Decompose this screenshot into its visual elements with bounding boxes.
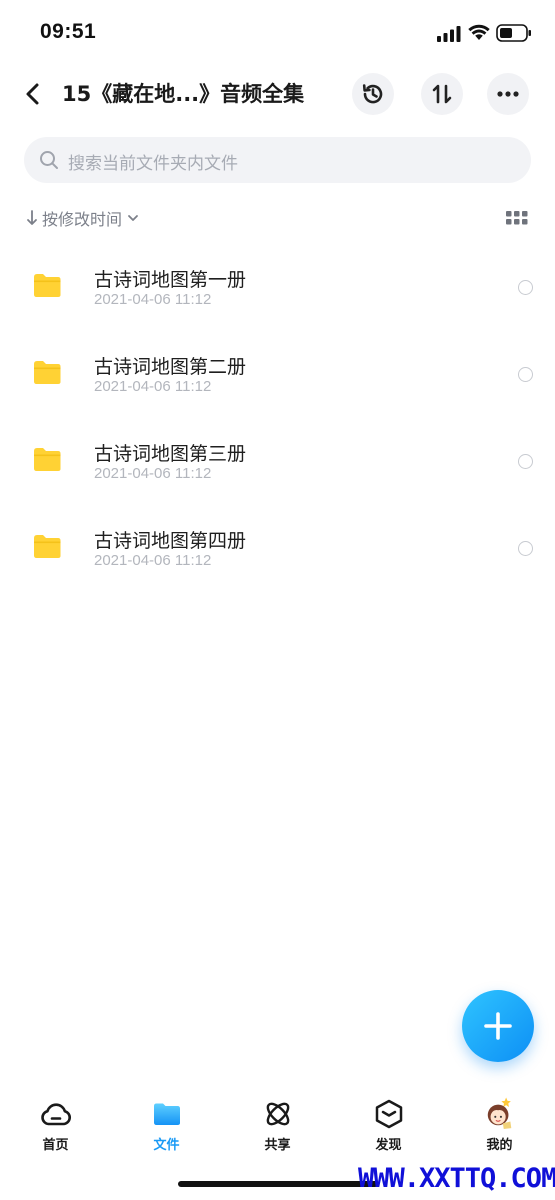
file-name: 古诗词地图第二册	[94, 356, 247, 378]
search-input[interactable]: 搜索当前文件夹内文件	[24, 137, 531, 183]
file-list: 古诗词地图第一册 2021-04-06 11:12 古诗词地图第二册 2021-…	[0, 245, 555, 593]
plus-icon	[484, 1012, 512, 1040]
file-name: 古诗词地图第四册	[94, 530, 247, 552]
tab-label: 首页	[42, 1138, 69, 1153]
history-button[interactable]	[352, 73, 394, 115]
folder-icon	[34, 274, 61, 297]
file-date: 2021-04-06 11:12	[94, 552, 212, 569]
sort-label: 按修改时间	[42, 210, 123, 229]
more-icon	[497, 91, 519, 97]
select-checkbox[interactable]	[518, 280, 533, 295]
tab-home[interactable]: 首页	[0, 1090, 111, 1160]
more-button[interactable]	[487, 73, 529, 115]
file-date: 2021-04-06 11:12	[94, 291, 212, 308]
sort-row: 按修改时间	[0, 200, 555, 236]
battery-icon	[496, 24, 531, 42]
chevron-down-icon	[128, 215, 138, 221]
chevron-left-icon	[26, 83, 39, 105]
tab-profile[interactable]: 我的	[444, 1090, 555, 1160]
arrow-down-icon	[27, 210, 37, 225]
back-button[interactable]	[20, 78, 48, 110]
grid-view-button[interactable]	[506, 210, 528, 230]
file-name: 古诗词地图第一册	[94, 269, 247, 291]
page-title: 15《藏在地...》音频全集	[62, 82, 305, 106]
avatar-icon	[487, 1097, 512, 1130]
transfer-button[interactable]	[421, 73, 463, 115]
file-date: 2021-04-06 11:12	[94, 465, 212, 482]
wifi-icon	[468, 24, 490, 40]
status-time: 09:51	[40, 20, 97, 43]
tab-discover[interactable]: 发现	[333, 1090, 444, 1160]
search-placeholder: 搜索当前文件夹内文件	[68, 154, 238, 174]
folder-icon	[154, 1103, 180, 1125]
cube-icon	[375, 1099, 403, 1129]
select-checkbox[interactable]	[518, 541, 533, 556]
tab-bar: 首页 文件 共享 发现 我的	[0, 1090, 555, 1160]
atom-icon	[266, 1102, 290, 1126]
add-button[interactable]	[462, 990, 534, 1062]
signal-icon	[437, 26, 461, 42]
list-item[interactable]: 古诗词地图第二册 2021-04-06 11:12	[0, 332, 555, 419]
tab-label: 共享	[264, 1138, 291, 1153]
file-date: 2021-04-06 11:12	[94, 378, 212, 395]
watermark: WWW.XXTTQ.COM	[358, 1163, 555, 1194]
history-icon	[362, 84, 383, 104]
header: 15《藏在地...》音频全集	[0, 66, 555, 122]
sort-button[interactable]: 按修改时间	[26, 206, 140, 230]
tab-share[interactable]: 共享	[222, 1090, 333, 1160]
status-bar: 09:51	[0, 0, 555, 62]
tab-label: 我的	[486, 1138, 513, 1153]
list-item[interactable]: 古诗词地图第四册 2021-04-06 11:12	[0, 506, 555, 593]
folder-icon	[34, 535, 61, 558]
grid-icon	[506, 211, 528, 225]
search-icon	[40, 151, 58, 169]
cloud-icon	[41, 1103, 72, 1126]
select-checkbox[interactable]	[518, 454, 533, 469]
list-item[interactable]: 古诗词地图第三册 2021-04-06 11:12	[0, 419, 555, 506]
list-item[interactable]: 古诗词地图第一册 2021-04-06 11:12	[0, 245, 555, 332]
tab-files[interactable]: 文件	[111, 1090, 222, 1160]
transfer-icon	[432, 84, 452, 104]
folder-icon	[34, 448, 61, 471]
select-checkbox[interactable]	[518, 367, 533, 382]
file-name: 古诗词地图第三册	[94, 443, 247, 465]
folder-icon	[34, 361, 61, 384]
tab-label: 文件	[153, 1138, 180, 1153]
tab-label: 发现	[375, 1138, 402, 1153]
home-indicator	[178, 1181, 378, 1187]
